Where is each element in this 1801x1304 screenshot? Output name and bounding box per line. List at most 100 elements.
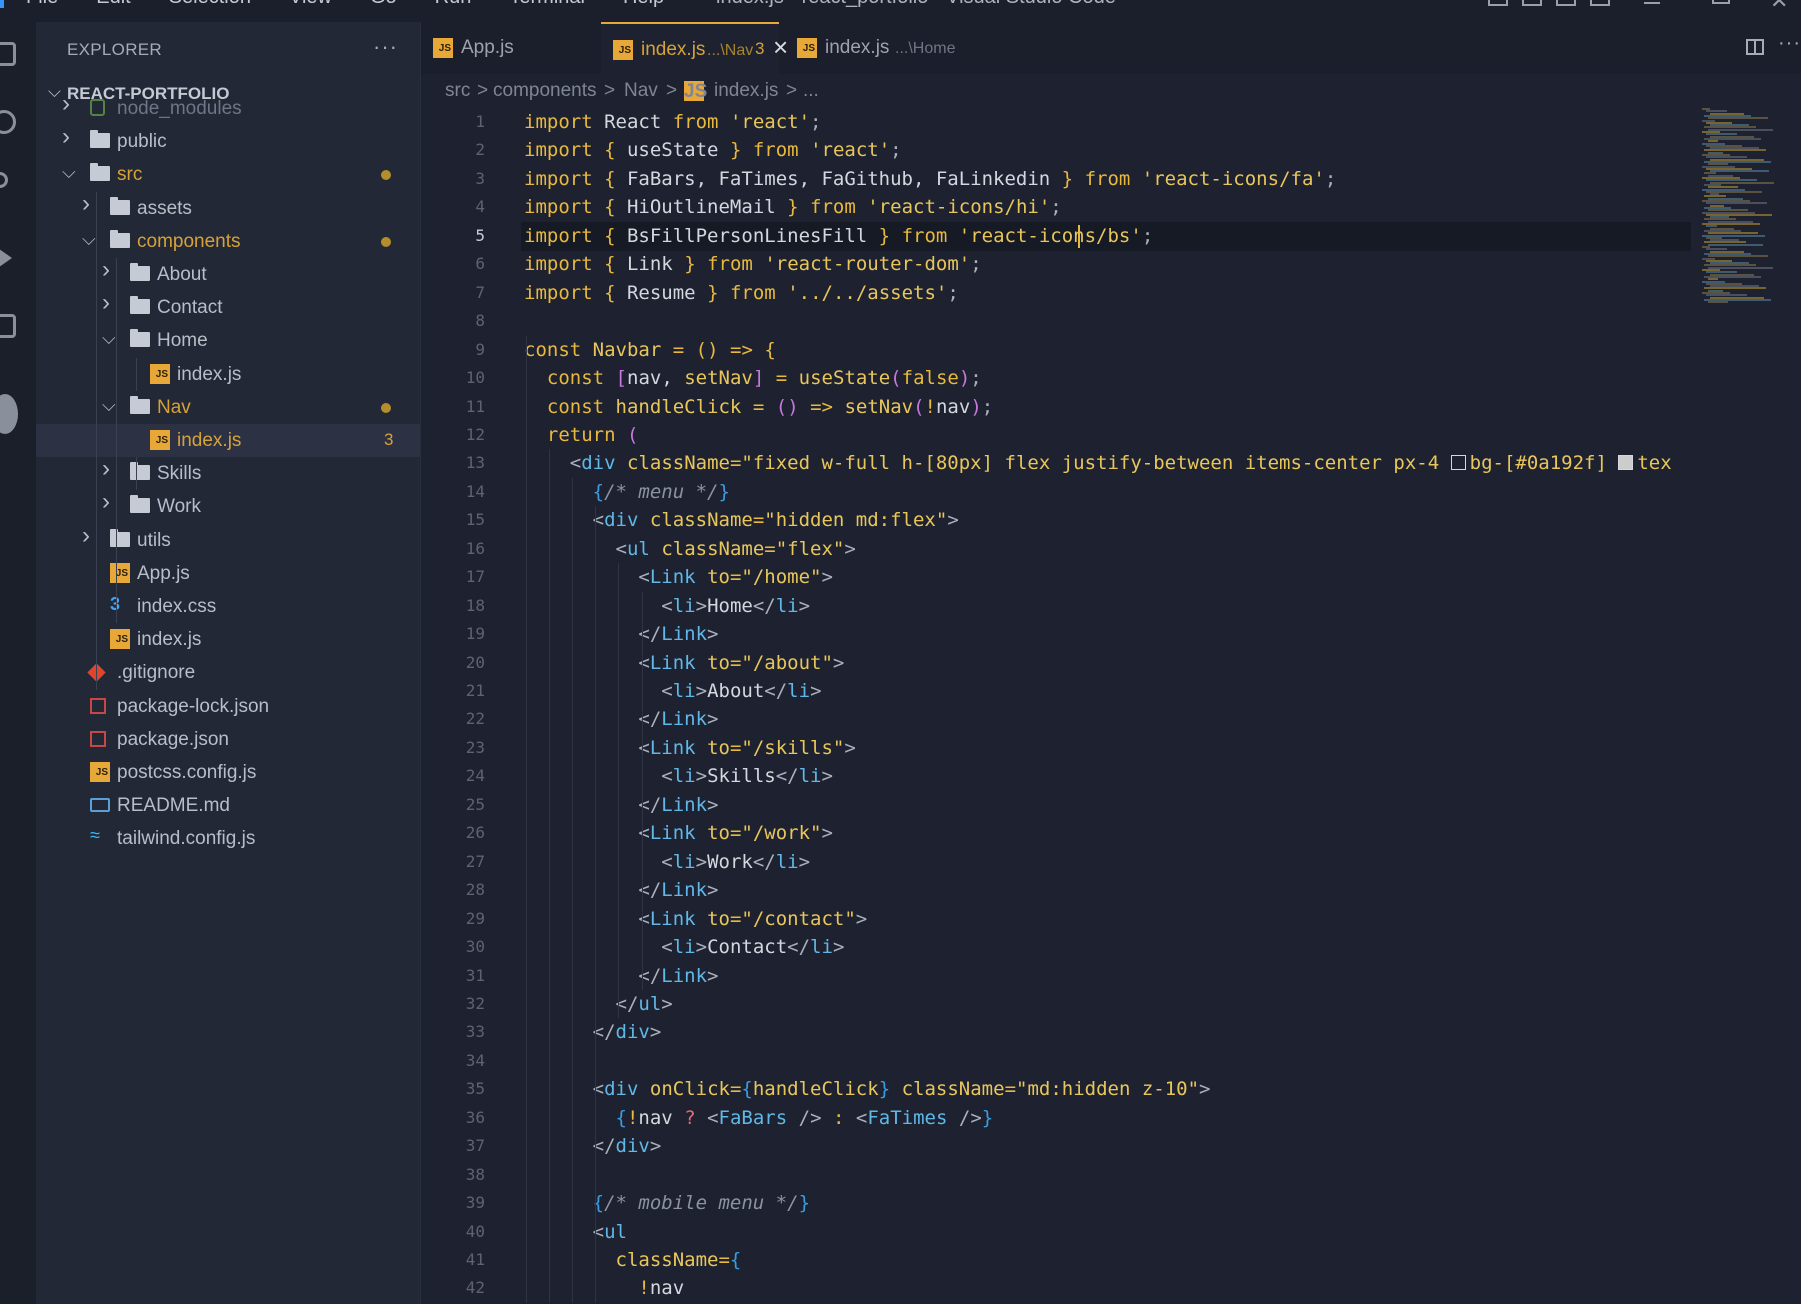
- menu-file[interactable]: File: [26, 0, 58, 9]
- tree-item[interactable]: ⌵ components: [36, 225, 420, 258]
- code-line[interactable]: 23 <Link to="/skills">: [421, 734, 1691, 763]
- tree-item[interactable]: › About: [36, 256, 420, 291]
- tree-item[interactable]: JS App.js: [36, 557, 420, 590]
- minimap[interactable]: [1698, 108, 1801, 328]
- code-line[interactable]: 27 <li>Work</li>: [421, 848, 1691, 877]
- menu-help[interactable]: Help: [623, 0, 664, 9]
- menu-selection[interactable]: Selection: [169, 0, 251, 9]
- code-line[interactable]: 4 import { HiOutlineMail } from 'react-ic…: [421, 193, 1691, 222]
- tree-item[interactable]: ≈ tailwind.config.js: [36, 822, 420, 855]
- toggle-secondary-sidebar-icon[interactable]: [1556, 0, 1576, 6]
- code-line[interactable]: 7 import { Resume } from '../../assets';: [421, 279, 1691, 308]
- tree-item[interactable]: JS index.js: [36, 623, 420, 656]
- tab-home-index-js[interactable]: JS index.js ...\Home: [785, 22, 990, 74]
- more-actions-icon[interactable]: ···: [373, 34, 398, 60]
- breadcrumb-file[interactable]: index.js: [714, 80, 778, 102]
- code-line[interactable]: 35 <div onClick={handleClick} className=…: [421, 1075, 1691, 1104]
- color-swatch-icon[interactable]: [1618, 455, 1634, 471]
- code-line[interactable]: 13 <div className="fixed w-full h-[80px]…: [421, 449, 1691, 478]
- tree-item[interactable]: JS postcss.config.js: [36, 756, 420, 789]
- code-line[interactable]: 3 import { FaBars, FaTimes, FaGithub, FaL…: [421, 165, 1691, 194]
- close-window-button[interactable]: ✕: [1770, 0, 1788, 14]
- tree-item[interactable]: JS index.js 3: [36, 424, 420, 457]
- tree-item[interactable]: 3 index.css: [36, 590, 420, 623]
- tree-item[interactable]: package-lock.json: [36, 690, 420, 723]
- code-line[interactable]: 20 <Link to="/about">: [421, 649, 1691, 678]
- code-line[interactable]: 14 {/* menu */}: [421, 478, 1691, 507]
- code-line[interactable]: 17 <Link to="/home">: [421, 563, 1691, 592]
- breadcrumb-components[interactable]: components: [493, 80, 597, 102]
- tree-item[interactable]: › Skills: [36, 455, 420, 490]
- code-line[interactable]: 9 const Navbar = () => {: [421, 336, 1691, 365]
- search-icon[interactable]: [0, 110, 16, 134]
- code-line[interactable]: 39 {/* mobile menu */}: [421, 1189, 1691, 1218]
- code-line[interactable]: 30 <li>Contact</li>: [421, 933, 1691, 962]
- code-line[interactable]: 24 <li>Skills</li>: [421, 762, 1691, 791]
- tree-item[interactable]: › Work: [36, 488, 420, 523]
- breadcrumb-symbol[interactable]: ...: [803, 80, 819, 102]
- code-line[interactable]: 18 <li>Home</li>: [421, 592, 1691, 621]
- color-swatch-icon[interactable]: [1450, 455, 1466, 471]
- code-line[interactable]: 22 </Link>: [421, 705, 1691, 734]
- code-line[interactable]: 6 import { Link } from 'react-router-dom'…: [421, 250, 1691, 279]
- tree-item[interactable]: › Contact: [36, 289, 420, 324]
- account-icon[interactable]: [0, 394, 18, 434]
- code-line[interactable]: 5 import { BsFillPersonLinesFill } from '…: [421, 222, 1691, 251]
- code-line[interactable]: 10 const [nav, setNav] = useState(false)…: [421, 364, 1691, 393]
- tab-nav-index-js[interactable]: JS index.js ...\Nav 3 ×: [601, 22, 788, 74]
- more-actions-icon[interactable]: ···: [1778, 32, 1801, 55]
- code-line[interactable]: 11 const handleClick = () => setNav(!nav…: [421, 393, 1691, 422]
- tree-item[interactable]: ⌵ Nav: [36, 391, 420, 424]
- minimize-button[interactable]: [1644, 2, 1660, 4]
- code-line[interactable]: 38: [421, 1161, 1691, 1190]
- menu-go[interactable]: Go: [370, 0, 397, 9]
- toggle-panel-icon[interactable]: [1522, 0, 1542, 6]
- code-line[interactable]: 37 </div>: [421, 1132, 1691, 1161]
- tree-item[interactable]: › assets: [36, 190, 420, 225]
- code-line[interactable]: 34: [421, 1047, 1691, 1076]
- tree-item[interactable]: › public: [36, 123, 420, 158]
- code-line[interactable]: 15 <div className="hidden md:flex">: [421, 506, 1691, 535]
- customize-layout-icon[interactable]: [1590, 0, 1610, 6]
- code-line[interactable]: 36 {!nav ? <FaBars /> : <FaTimes />}: [421, 1104, 1691, 1133]
- source-control-icon[interactable]: [0, 172, 8, 188]
- tab-app-js[interactable]: JS App.js: [421, 22, 571, 74]
- code-line[interactable]: 29 <Link to="/contact">: [421, 905, 1691, 934]
- split-editor-icon[interactable]: [1746, 39, 1764, 55]
- tree-item[interactable]: JS index.js: [36, 358, 420, 391]
- code-line[interactable]: 1 import React from 'react';: [421, 108, 1691, 137]
- tree-item[interactable]: package.json: [36, 723, 420, 756]
- run-debug-icon[interactable]: [0, 244, 12, 272]
- menu-edit[interactable]: Edit: [96, 0, 130, 9]
- tree-item[interactable]: › node_modules: [36, 90, 420, 125]
- menu-view[interactable]: View: [289, 0, 332, 9]
- tree-item[interactable]: .gitignore: [36, 656, 420, 689]
- code-line[interactable]: 33 </div>: [421, 1018, 1691, 1047]
- code-line[interactable]: 25 </Link>: [421, 791, 1691, 820]
- menu-run[interactable]: Run: [435, 0, 472, 9]
- code-line[interactable]: 40 <ul: [421, 1218, 1691, 1247]
- tree-item[interactable]: ⌵ Home: [36, 324, 420, 357]
- breadcrumb-src[interactable]: src: [445, 80, 470, 102]
- code-line[interactable]: 26 <Link to="/work">: [421, 819, 1691, 848]
- code-line[interactable]: 19 </Link>: [421, 620, 1691, 649]
- code-line[interactable]: 2 import { useState } from 'react';: [421, 136, 1691, 165]
- maximize-button[interactable]: [1712, 0, 1730, 4]
- tree-item[interactable]: › utils: [36, 522, 420, 557]
- code-line[interactable]: 21 <li>About</li>: [421, 677, 1691, 706]
- breadcrumb-nav[interactable]: Nav: [624, 80, 658, 102]
- explorer-icon[interactable]: [0, 42, 16, 66]
- code-editor[interactable]: 1 import React from 'react'; 2 import { use…: [421, 108, 1801, 1304]
- code-line[interactable]: 8: [421, 307, 1691, 336]
- code-line[interactable]: 12 return (: [421, 421, 1691, 450]
- code-line[interactable]: 16 <ul className="flex">: [421, 535, 1691, 564]
- code-line[interactable]: 32 </ul>: [421, 990, 1691, 1019]
- menu-terminal[interactable]: Terminal: [509, 0, 585, 9]
- code-line[interactable]: 28 </Link>: [421, 876, 1691, 905]
- extensions-icon[interactable]: [0, 314, 16, 338]
- toggle-primary-sidebar-icon[interactable]: [1488, 0, 1508, 6]
- code-line[interactable]: 41 className={: [421, 1246, 1691, 1275]
- code-line[interactable]: 42 !nav: [421, 1274, 1691, 1303]
- tree-item[interactable]: README.md: [36, 789, 420, 822]
- tree-item[interactable]: ⌵ src: [36, 158, 420, 191]
